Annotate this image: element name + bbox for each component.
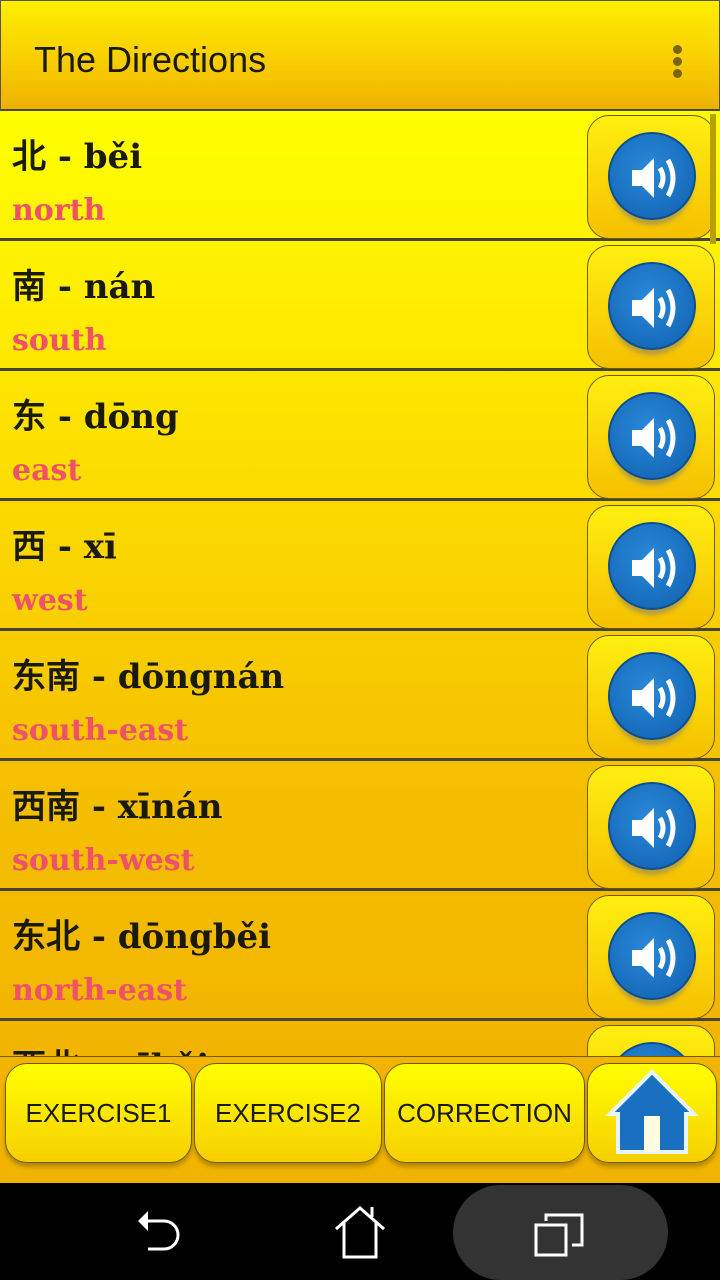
english-translation: south-east (12, 713, 189, 748)
play-sound-button[interactable] (587, 245, 715, 369)
speaker-icon (608, 392, 696, 480)
speaker-icon (608, 782, 696, 870)
page-title: The Directions (34, 39, 267, 80)
chinese-word: 西北 - xīběi (12, 1039, 209, 1056)
chinese-word: 东南 - dōngnán (12, 657, 285, 697)
english-translation: north (12, 193, 106, 228)
chinese-word: 南 - nán (12, 267, 156, 307)
speaker-icon (608, 262, 696, 350)
home-button[interactable] (587, 1063, 717, 1163)
word-list[interactable]: 北 - běi north 南 - nán south 东 - dōng eas… (0, 111, 720, 1056)
app-bar: The Directions (0, 0, 720, 111)
english-translation: west (12, 583, 88, 618)
system-nav-bar (0, 1183, 720, 1280)
list-item: 西北 - xīběi (0, 1021, 720, 1056)
bottom-bar: EXERCISE1 EXERCISE2 CORRECTION (0, 1056, 720, 1183)
speaker-icon (608, 652, 696, 740)
play-sound-button[interactable] (587, 635, 715, 759)
english-translation: south (12, 323, 107, 358)
list-item: 南 - nán south (0, 241, 720, 371)
home-icon (605, 1069, 699, 1154)
play-sound-button[interactable] (587, 1025, 715, 1056)
chinese-word: 东北 - dōngběi (12, 917, 272, 957)
chinese-word: 北 - běi (12, 137, 143, 177)
chinese-word: 东 - dōng (12, 397, 179, 437)
back-icon[interactable] (134, 1207, 188, 1257)
list-item: 东 - dōng east (0, 371, 720, 501)
speaker-icon (608, 912, 696, 1000)
speaker-icon (608, 132, 696, 220)
english-translation: east (12, 453, 82, 488)
more-vert-icon[interactable] (669, 45, 685, 81)
chinese-word: 西南 - xīnán (12, 787, 223, 827)
play-sound-button[interactable] (587, 765, 715, 889)
list-item: 北 - běi north (0, 111, 720, 241)
play-sound-button[interactable] (587, 115, 715, 239)
list-item: 东南 - dōngnán south-east (0, 631, 720, 761)
exercise2-button[interactable]: EXERCISE2 (194, 1063, 382, 1163)
recents-icon[interactable] (532, 1209, 588, 1259)
play-sound-button[interactable] (587, 375, 715, 499)
chinese-word: 西 - xī (12, 527, 117, 567)
exercise1-button[interactable]: EXERCISE1 (5, 1063, 192, 1163)
list-item: 东北 - dōngběi north-east (0, 891, 720, 1021)
play-sound-button[interactable] (587, 505, 715, 629)
speaker-icon (608, 522, 696, 610)
speaker-icon (608, 1042, 696, 1056)
list-item: 西南 - xīnán south-west (0, 761, 720, 891)
english-translation: south-west (12, 843, 195, 878)
correction-button[interactable]: CORRECTION (384, 1063, 585, 1163)
english-translation: north-east (12, 973, 188, 1008)
scrollbar[interactable] (710, 114, 716, 244)
list-item: 西 - xī west (0, 501, 720, 631)
home-nav-icon[interactable] (332, 1205, 388, 1261)
play-sound-button[interactable] (587, 895, 715, 1019)
